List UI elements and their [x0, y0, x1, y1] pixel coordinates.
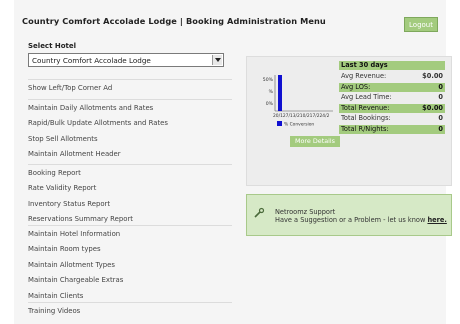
- y-tick-label: %: [269, 89, 274, 95]
- logout-button[interactable]: Logout: [404, 17, 438, 32]
- menu-item-training-videos[interactable]: Training Videos: [28, 307, 232, 315]
- select-hotel-label: Select Hotel: [28, 42, 77, 50]
- stat-row: Avg Lead Time: 0: [339, 93, 445, 102]
- stat-label: Total Bookings:: [341, 114, 391, 123]
- hotel-select-value: Country Comfort Accolade Lodge: [32, 56, 151, 65]
- menu-item-show-left-top-corner-ad[interactable]: Show Left/Top Corner Ad: [28, 84, 232, 92]
- more-details-button[interactable]: More Details: [290, 136, 340, 147]
- stats-period-header: Last 30 days: [339, 61, 445, 70]
- menu-item-rate-validity-report[interactable]: Rate Validity Report: [28, 184, 232, 192]
- stat-row: Total Revenue: $0.00: [339, 103, 445, 113]
- stats-panel: 50%% 0% 20/127/13/210/217/224/2 % Conversio…: [246, 56, 452, 186]
- menu-item-stop-sell-allotments[interactable]: Stop Sell Allotments: [28, 135, 232, 143]
- stat-label: Avg Lead Time:: [341, 93, 392, 102]
- menu-item-rapid-bulk-update-allotments-and-rates[interactable]: Rapid/Bulk Update Allotments and Rates: [28, 119, 232, 127]
- stat-row: Avg Revenue: $0.00: [339, 72, 445, 81]
- stat-row: Avg LOS: 0: [339, 82, 445, 92]
- menu-item-inventory-status-report[interactable]: Inventory Status Report: [28, 200, 232, 208]
- stat-value: $0.00: [422, 72, 443, 80]
- stat-label: Total R/Nights:: [341, 125, 389, 133]
- menu-item-maintain-hotel-information[interactable]: Maintain Hotel Information: [28, 230, 232, 238]
- menu-divider: [28, 225, 232, 226]
- stat-value: 0: [438, 93, 443, 102]
- menu-item-maintain-clients[interactable]: Maintain Clients: [28, 292, 232, 300]
- menu-divider: [28, 79, 232, 80]
- menu-item-reservations-summary-report[interactable]: Reservations Summary Report: [28, 215, 232, 223]
- menu-divider: [28, 302, 232, 303]
- chevron-down-icon[interactable]: [212, 55, 222, 65]
- legend-label: % Conversion: [284, 122, 314, 128]
- page-title: Country Comfort Accolade Lodge | Booking…: [22, 16, 326, 26]
- stat-row: Total Bookings: 0: [339, 114, 445, 123]
- stat-value: 0: [438, 125, 443, 133]
- support-link[interactable]: here.: [427, 216, 446, 224]
- stat-value: $0.00: [422, 103, 443, 112]
- stat-label: Avg LOS:: [341, 82, 371, 91]
- menu-item-booking-report[interactable]: Booking Report: [28, 169, 232, 177]
- stat-row: Total R/Nights: 0: [339, 125, 445, 134]
- support-text: Have a Suggestion or a Problem - let us …: [275, 216, 447, 224]
- page-header: Country Comfort Accolade Lodge | Booking…: [14, 0, 446, 46]
- menu-item-maintain-allotment-types[interactable]: Maintain Allotment Types: [28, 261, 232, 269]
- support-message: Have a Suggestion or a Problem - let us …: [275, 216, 428, 224]
- y-tick-label: 0%: [266, 101, 274, 107]
- conversion-chart: 50%% 0% 20/127/13/210/217/224/2 % Conversio…: [255, 65, 335, 139]
- legend-swatch: [277, 121, 282, 126]
- stats-period-label: Last 30 days: [341, 61, 388, 69]
- menu-item-maintain-daily-allotments-and-rates[interactable]: Maintain Daily Allotments and Rates: [28, 104, 232, 112]
- menu-item-maintain-chargeable-extras[interactable]: Maintain Chargeable Extras: [28, 276, 232, 284]
- menu-item-maintain-room-types[interactable]: Maintain Room types: [28, 245, 232, 253]
- stat-label: Total Revenue:: [341, 103, 390, 112]
- support-panel: Netroomz Support Have a Suggestion or a …: [246, 194, 452, 236]
- y-tick-label: 50%: [263, 77, 274, 83]
- stat-value: 0: [438, 114, 443, 123]
- hotel-select[interactable]: Country Comfort Accolade Lodge: [28, 53, 224, 67]
- conversion-chart-svg: 50%% 0% 20/127/13/210/217/224/2 % Conversio…: [263, 75, 333, 128]
- stat-value: 0: [438, 82, 443, 91]
- menu-divider: [28, 99, 232, 100]
- support-title: Netroomz Support: [275, 208, 336, 216]
- menu-item-maintain-allotment-header[interactable]: Maintain Allotment Header: [28, 150, 232, 158]
- stat-label: Avg Revenue:: [341, 72, 387, 80]
- wrench-icon: [254, 207, 265, 218]
- page-container: Country Comfort Accolade Lodge | Booking…: [14, 0, 452, 324]
- chart-bar: [278, 75, 282, 111]
- menu-divider: [28, 164, 232, 165]
- x-tick-labels: 20/127/13/210/217/224/2: [273, 113, 330, 119]
